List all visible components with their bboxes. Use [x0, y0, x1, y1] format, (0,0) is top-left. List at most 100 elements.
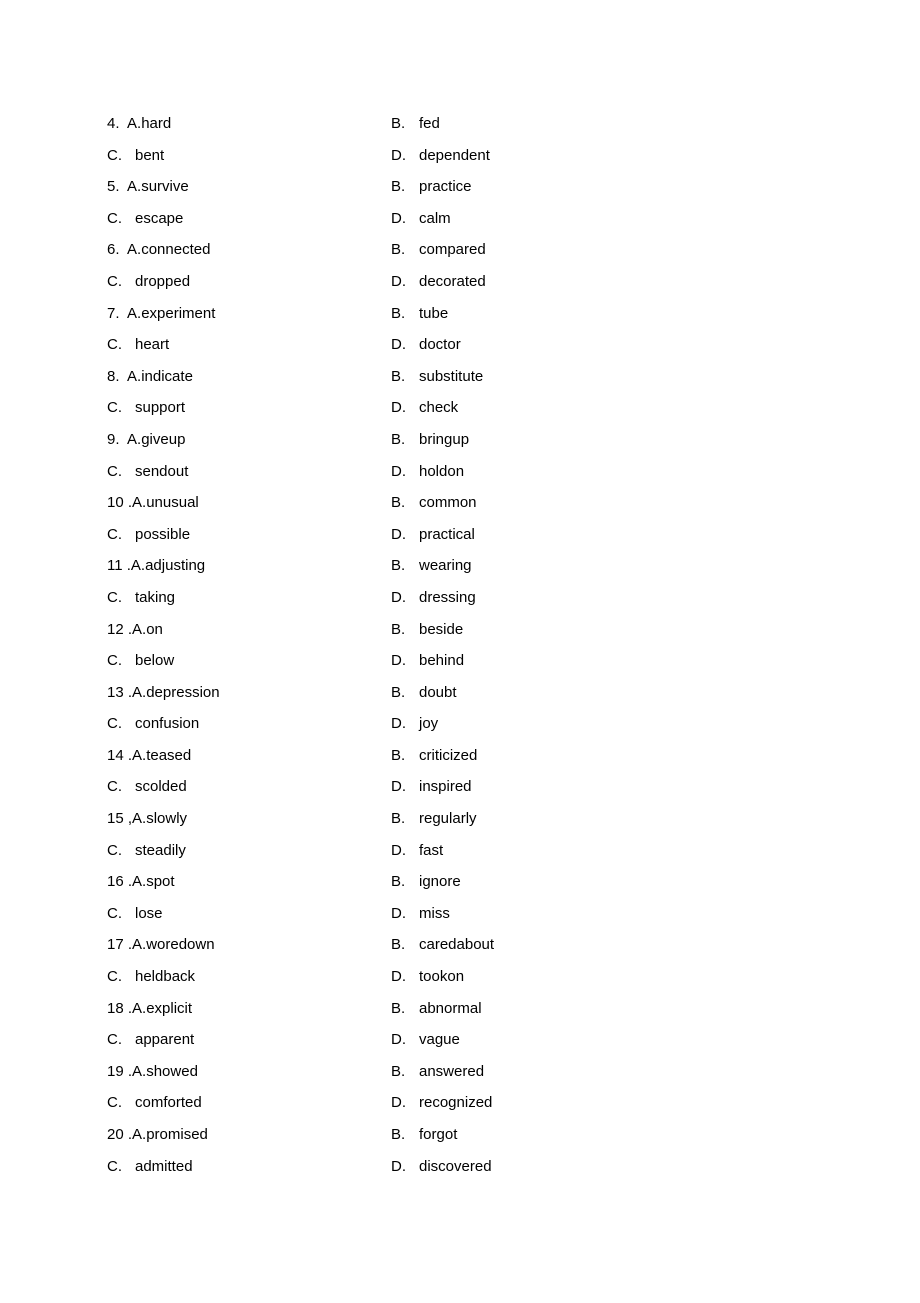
option-c-label: C. — [107, 272, 122, 290]
option-a[interactable]: 4. A.hard — [107, 108, 171, 140]
option-c-label: C. — [107, 778, 122, 796]
option-b[interactable]: B. common — [391, 487, 477, 519]
option-c[interactable]: C. bent — [107, 140, 164, 172]
option-d[interactable]: D. joy — [391, 708, 438, 740]
option-c[interactable]: C. confusion — [107, 708, 199, 740]
option-b-word: beside — [419, 620, 464, 638]
option-b[interactable]: B. beside — [391, 614, 463, 646]
multiple-choice-question-list: 4. A.hard B. fed C. bent D. dependent 5. A.surv… — [107, 108, 807, 1182]
option-d[interactable]: D. decorated — [391, 266, 486, 298]
option-d-label: D. — [391, 146, 406, 164]
option-a[interactable]: 16 .A.spot — [107, 866, 175, 898]
option-d[interactable]: D. inspired — [391, 771, 472, 803]
option-b[interactable]: B. forgot — [391, 1119, 457, 1151]
option-c-word: confusion — [135, 715, 200, 733]
option-d-word: dependent — [419, 146, 490, 164]
question-row-ab: 12 .A.on B. beside — [107, 614, 807, 646]
option-c[interactable]: C. below — [107, 645, 174, 677]
option-b-label: B. — [391, 494, 406, 512]
option-b[interactable]: B. criticized — [391, 740, 477, 772]
option-d[interactable]: D. tookon — [391, 961, 464, 993]
option-d[interactable]: D. dressing — [391, 582, 476, 614]
option-c[interactable]: C. apparent — [107, 1024, 194, 1056]
question-block: 12 .A.on B. beside C. below D. behind — [107, 614, 807, 677]
option-d[interactable]: D. practical — [391, 519, 475, 551]
option-a[interactable]: 7. A.experiment — [107, 298, 215, 330]
option-b[interactable]: B. tube — [391, 298, 448, 330]
option-c[interactable]: C. heart — [107, 329, 169, 361]
option-c[interactable]: C. dropped — [107, 266, 190, 298]
option-c-word: sendout — [135, 462, 189, 480]
option-c[interactable]: C. lose — [107, 898, 163, 930]
option-b[interactable]: B. ignore — [391, 866, 461, 898]
question-block: 5. A.survive B. practice C. escape D. calm — [107, 171, 807, 234]
option-c[interactable]: C. admitted — [107, 1151, 193, 1183]
option-b[interactable]: B. wearing — [391, 550, 472, 582]
option-b[interactable]: B. fed — [391, 108, 440, 140]
option-c[interactable]: C. taking — [107, 582, 175, 614]
option-b[interactable]: B. regularly — [391, 803, 477, 835]
option-a[interactable]: 8. A.indicate — [107, 361, 193, 393]
question-number-and-a-label: 12 .A. — [107, 620, 147, 638]
option-a[interactable]: 19 .A.showed — [107, 1056, 198, 1088]
option-c-word: lose — [135, 904, 163, 922]
question-number-and-a-label: 6. A. — [107, 241, 142, 259]
option-a[interactable]: 12 .A.on — [107, 614, 163, 646]
option-c[interactable]: C. sendout — [107, 456, 188, 488]
option-b[interactable]: B. bringup — [391, 424, 469, 456]
option-b[interactable]: B. practice — [391, 171, 472, 203]
option-b[interactable]: B. abnormal — [391, 993, 482, 1025]
option-d[interactable]: D. behind — [391, 645, 464, 677]
option-a[interactable]: 9. A.giveup — [107, 424, 185, 456]
option-c[interactable]: C. scolded — [107, 771, 187, 803]
option-d[interactable]: D. discovered — [391, 1151, 492, 1183]
option-b-word: tube — [419, 304, 449, 322]
question-row-ab: 11 .A.adjusting B. wearing — [107, 550, 807, 582]
option-d[interactable]: D. vague — [391, 1024, 460, 1056]
option-c[interactable]: C. escape — [107, 203, 183, 235]
option-b-word: substitute — [419, 367, 484, 385]
option-a[interactable]: 15 ,A.slowly — [107, 803, 187, 835]
question-number-and-a-label: 11 .A. — [107, 557, 146, 575]
option-d[interactable]: D. dependent — [391, 140, 490, 172]
question-row-ab: 10 .A.unusual B. common — [107, 487, 807, 519]
option-b[interactable]: B. substitute — [391, 361, 483, 393]
option-c[interactable]: C. comforted — [107, 1087, 202, 1119]
option-d[interactable]: D. fast — [391, 835, 443, 867]
question-number-and-a-label: 13 .A. — [107, 683, 147, 701]
option-b-word: criticized — [419, 746, 478, 764]
option-d[interactable]: D. calm — [391, 203, 451, 235]
option-a[interactable]: 11 .A.adjusting — [107, 550, 205, 582]
option-a-word: connected — [141, 241, 211, 259]
option-c[interactable]: C. support — [107, 392, 185, 424]
option-b[interactable]: B. compared — [391, 234, 486, 266]
option-c-word: bent — [135, 146, 165, 164]
option-d[interactable]: D. recognized — [391, 1087, 492, 1119]
option-a[interactable]: 6. A.connected — [107, 234, 210, 266]
option-a[interactable]: 18 .A.explicit — [107, 993, 192, 1025]
question-block: 10 .A.unusual B. common C. possible D. practic… — [107, 487, 807, 550]
option-d[interactable]: D. miss — [391, 898, 450, 930]
question-number-and-a-label: 19 .A. — [107, 1062, 147, 1080]
option-c[interactable]: C. steadily — [107, 835, 186, 867]
option-a[interactable]: 20 .A.promised — [107, 1119, 208, 1151]
option-c[interactable]: C. possible — [107, 519, 190, 551]
question-block: 13 .A.depression B. doubt C. confusion D. joy — [107, 677, 807, 740]
option-b[interactable]: B. doubt — [391, 677, 457, 709]
option-a-word: showed — [146, 1062, 198, 1080]
option-d[interactable]: D. check — [391, 392, 458, 424]
question-row-cd: C. heart D. doctor — [107, 329, 807, 361]
option-c[interactable]: C. heldback — [107, 961, 195, 993]
option-a[interactable]: 14 .A.teased — [107, 740, 191, 772]
option-a-word: teased — [146, 746, 192, 764]
option-b[interactable]: B. caredabout — [391, 929, 494, 961]
option-a[interactable]: 13 .A.depression — [107, 677, 220, 709]
question-row-ab: 17 .A.woredown B. caredabout — [107, 929, 807, 961]
option-b[interactable]: B. answered — [391, 1056, 484, 1088]
option-a-word: giveup — [141, 430, 186, 448]
option-a[interactable]: 5. A.survive — [107, 171, 189, 203]
option-d[interactable]: D. doctor — [391, 329, 461, 361]
option-a[interactable]: 17 .A.woredown — [107, 929, 215, 961]
option-a[interactable]: 10 .A.unusual — [107, 487, 199, 519]
option-d[interactable]: D. holdon — [391, 456, 464, 488]
